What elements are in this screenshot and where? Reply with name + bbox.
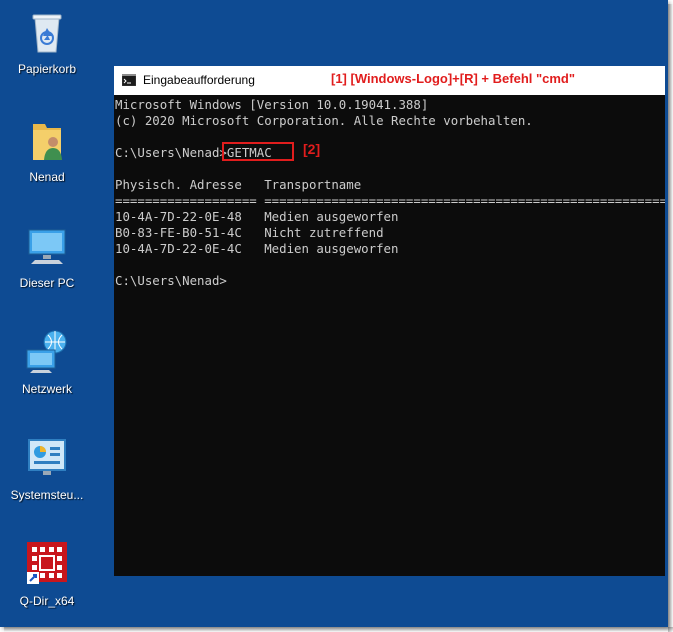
console-line: 10-4A-7D-22-0E-48 Medien ausgeworfen <box>115 209 399 224</box>
control-panel-icon <box>28 439 66 475</box>
console-output[interactable]: Microsoft Windows [Version 10.0.19041.38… <box>114 97 665 576</box>
recycle-bin-icon <box>32 14 62 53</box>
desktop-icon-qdir[interactable]: Q-Dir_x64 <box>2 540 92 608</box>
command-prompt-window[interactable]: Eingabeaufforderung [1] [Windows-Logo]+[… <box>114 66 665 576</box>
window-titlebar[interactable]: Eingabeaufforderung [1] [Windows-Logo]+[… <box>114 66 665 95</box>
desktop: Papierkorb Nenad Dieser PC Netzwerk Syst… <box>0 0 668 627</box>
console-line: 10-4A-7D-22-0E-4C Medien ausgeworfen <box>115 241 399 256</box>
qdir-shortcut-icon <box>27 542 67 584</box>
console-line: Microsoft Windows [Version 10.0.19041.38… <box>115 97 429 112</box>
desktop-icon-recycle-bin[interactable]: Papierkorb <box>2 8 92 76</box>
computer-icon <box>28 229 66 264</box>
desktop-icon-user-folder[interactable]: Nenad <box>2 116 92 184</box>
network-icon <box>26 330 67 373</box>
user-folder-icon <box>33 124 62 160</box>
console-line: (c) 2020 Microsoft Corporation. Alle Rec… <box>115 113 533 128</box>
console-line: C:\Users\Nenad> <box>115 273 227 288</box>
desktop-icon-this-pc[interactable]: Dieser PC <box>2 222 92 290</box>
annotation-step-1: [1] [Windows-Logo]+[R] + Befehl "cmd" <box>331 71 576 86</box>
window-title: Eingabeaufforderung <box>143 73 255 87</box>
console-line: =================== ====================… <box>115 193 665 208</box>
window-shadow-right <box>668 4 673 632</box>
console-line: Physisch. Adresse Transportname <box>115 177 362 192</box>
annotation-step-2: [2] <box>303 141 321 157</box>
desktop-icon-label: Papierkorb <box>17 62 77 76</box>
desktop-icon-control-panel[interactable]: Systemsteu... <box>2 434 92 502</box>
desktop-icon-label: Systemsteu... <box>10 488 84 502</box>
desktop-icon-label: Dieser PC <box>19 276 75 290</box>
desktop-icon-label: Nenad <box>29 170 65 184</box>
command-prompt-icon <box>122 74 136 86</box>
window-shadow-bottom <box>4 627 673 632</box>
command-highlight-box <box>222 142 294 161</box>
desktop-icon-label: Netzwerk <box>21 382 72 396</box>
console-line: B0-83-FE-B0-51-4C Nicht zutreffend <box>115 225 384 240</box>
desktop-icon-label: Q-Dir_x64 <box>19 594 75 608</box>
desktop-icon-network[interactable]: Netzwerk <box>2 328 92 396</box>
